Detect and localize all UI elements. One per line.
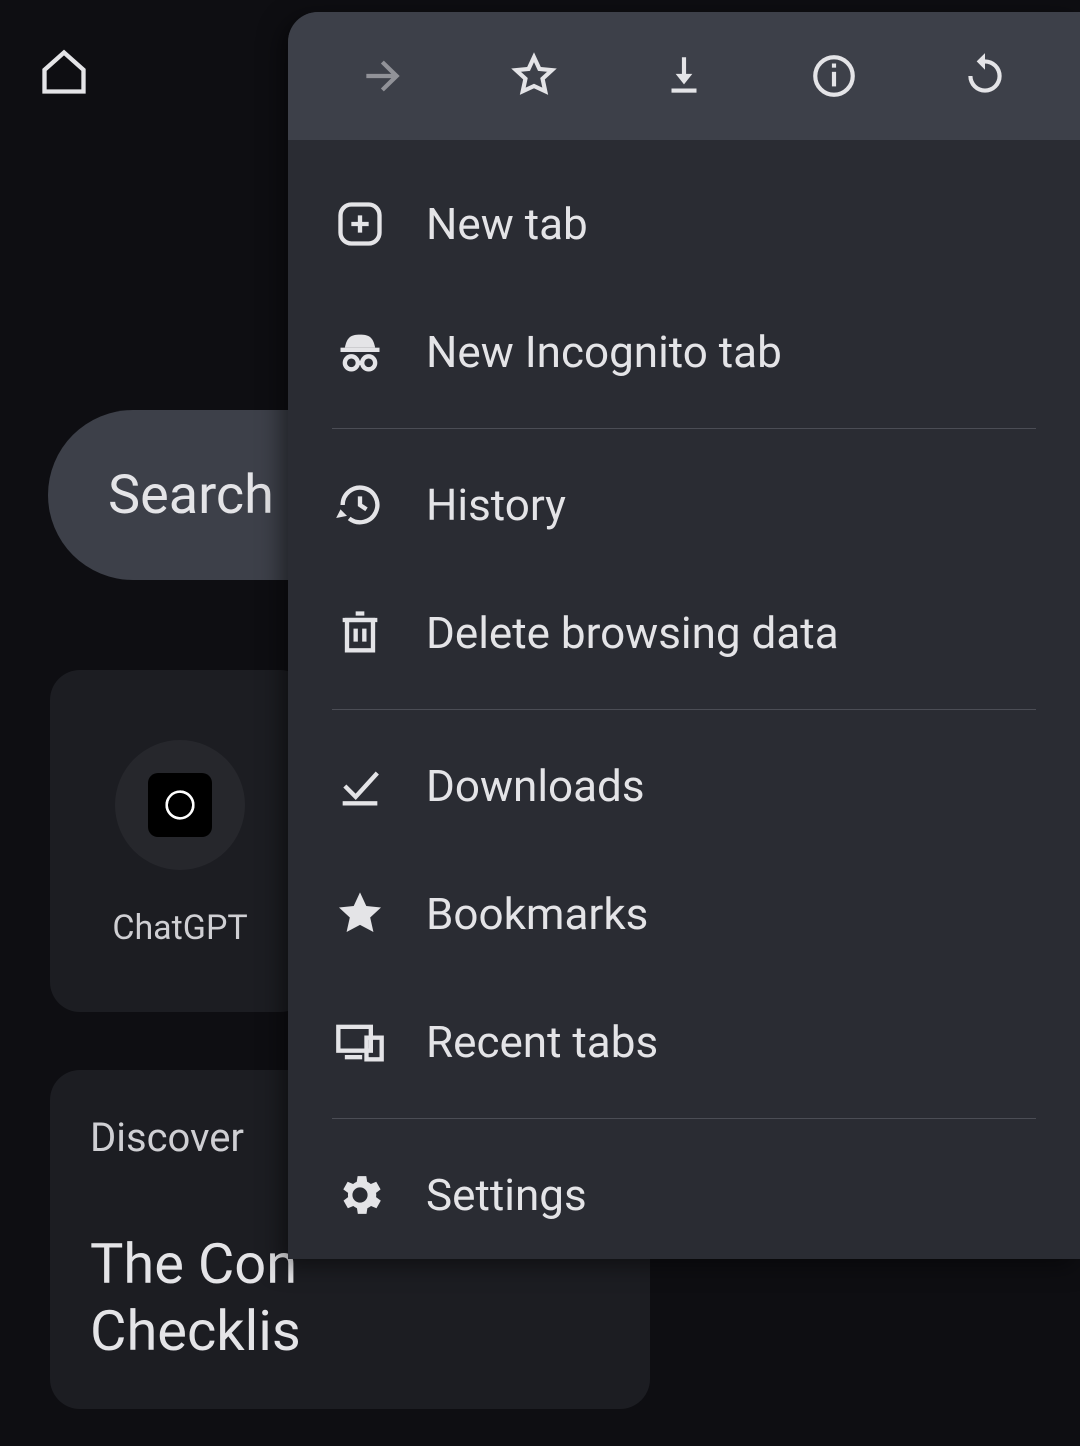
menu-item-delete-browsing-data[interactable]: Delete browsing data (288, 569, 1080, 697)
menu-item-settings[interactable]: Settings (288, 1131, 1080, 1259)
page-info-button[interactable] (794, 36, 874, 116)
menu-divider (332, 428, 1036, 429)
menu-label: Delete browsing data (426, 607, 839, 659)
menu-label: Recent tabs (426, 1016, 658, 1068)
menu-item-new-incognito[interactable]: New Incognito tab (288, 288, 1080, 416)
menu-item-history[interactable]: History (288, 441, 1080, 569)
plus-box-icon (332, 196, 388, 252)
downloads-done-icon (332, 758, 388, 814)
home-icon (38, 46, 90, 98)
devices-icon (332, 1014, 388, 1070)
menu-divider (332, 1118, 1036, 1119)
search-placeholder: Search (108, 464, 274, 527)
download-icon (659, 51, 709, 101)
menu-top-row (288, 12, 1080, 140)
history-icon (332, 477, 388, 533)
info-icon (809, 51, 859, 101)
forward-button (343, 36, 423, 116)
shortcut-icon-wrap (115, 740, 245, 870)
trash-icon (332, 605, 388, 661)
menu-label: History (426, 479, 566, 531)
shortcut-label: ChatGPT (112, 908, 247, 948)
forward-arrow-icon (358, 51, 408, 101)
home-button[interactable] (32, 40, 96, 104)
menu-list: New tab New Incognito tab (288, 140, 1080, 1259)
bookmark-button[interactable] (494, 36, 574, 116)
menu-label: Settings (426, 1169, 587, 1221)
menu-label: New tab (426, 198, 588, 250)
shortcut-tile-chatgpt[interactable]: ChatGPT (50, 670, 310, 1012)
menu-item-bookmarks[interactable]: Bookmarks (288, 850, 1080, 978)
menu-item-new-tab[interactable]: New tab (288, 160, 1080, 288)
gear-icon (332, 1167, 388, 1223)
star-icon (332, 886, 388, 942)
chatgpt-icon (148, 773, 212, 837)
menu-item-downloads[interactable]: Downloads (288, 722, 1080, 850)
menu-label: New Incognito tab (426, 326, 782, 378)
menu-item-recent-tabs[interactable]: Recent tabs (288, 978, 1080, 1106)
download-page-button[interactable] (644, 36, 724, 116)
menu-divider (332, 709, 1036, 710)
overflow-menu: New tab New Incognito tab (288, 12, 1080, 1259)
reload-icon (960, 51, 1010, 101)
menu-label: Bookmarks (426, 888, 648, 940)
menu-label: Downloads (426, 760, 645, 812)
incognito-icon (332, 324, 388, 380)
star-outline-icon (509, 51, 559, 101)
reload-button[interactable] (945, 36, 1025, 116)
